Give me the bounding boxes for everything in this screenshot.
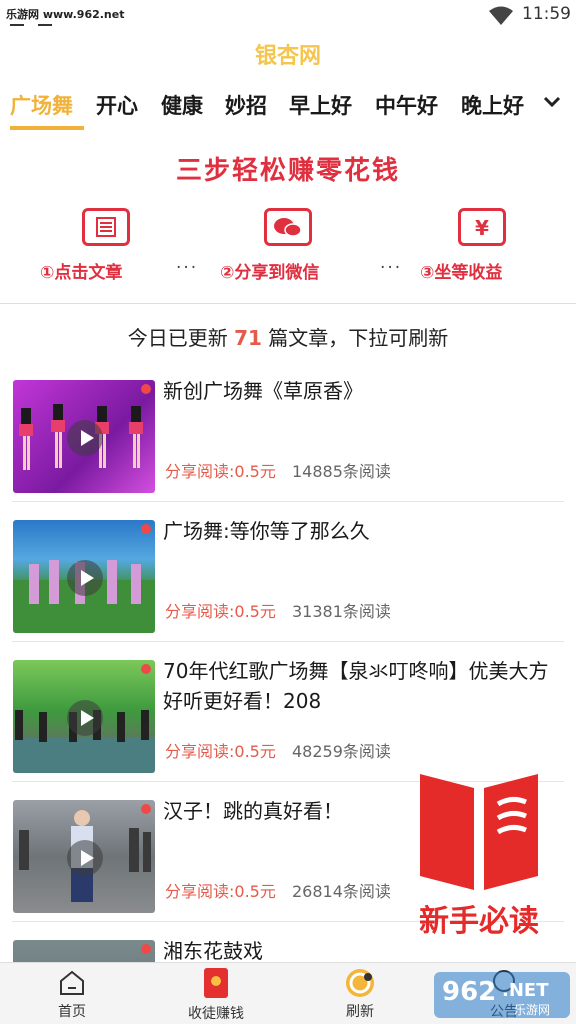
video-thumbnail[interactable]	[13, 380, 155, 493]
step-3-label: ③坐等收益	[420, 263, 503, 283]
list-item[interactable]: 70年代红歌广场舞【泉氺叮咚响】优美大方 好听更好看！208 分享阅读:0.5元…	[0, 642, 576, 782]
read-count: 31381条阅读	[292, 602, 391, 621]
share-reward: 分享阅读:0.5元	[165, 882, 276, 901]
video-thumbnail[interactable]	[13, 660, 155, 773]
site-logo-watermark: 962 .NET 乐游网	[434, 972, 570, 1018]
read-count: 26814条阅读	[292, 882, 391, 901]
svg-text:.NET: .NET	[502, 980, 549, 1001]
list-item[interactable]: 广场舞:等你等了那么久 分享阅读:0.5元 31381条阅读	[0, 502, 576, 642]
site-watermark: 乐游网 www.962.net	[6, 8, 125, 21]
video-thumbnail[interactable]	[13, 800, 155, 913]
play-icon[interactable]	[67, 420, 103, 456]
article-title[interactable]: 70年代红歌广场舞【泉氺叮咚响】优美大方 好听更好看！208	[163, 656, 563, 716]
step-1-label: ①点击文章	[40, 263, 123, 283]
tab-good-evening[interactable]: 晚上好	[461, 90, 524, 120]
refresh-icon	[346, 969, 374, 997]
newbie-label: 新手必读	[419, 904, 539, 939]
tab-happy[interactable]: 开心	[96, 90, 138, 120]
play-icon[interactable]	[67, 840, 103, 876]
video-thumbnail[interactable]	[13, 520, 155, 633]
nav-label: 首页	[58, 1004, 86, 1020]
nav-label: 刷新	[346, 1004, 374, 1020]
nav-home[interactable]: 首页	[22, 963, 122, 1024]
app-title: 银杏网	[254, 44, 321, 69]
video-badge-icon	[141, 664, 151, 674]
home-icon	[60, 970, 84, 995]
nav-label: 收徒赚钱	[188, 1006, 244, 1022]
tab-health[interactable]: 健康	[161, 90, 203, 120]
share-reward: 分享阅读:0.5元	[165, 462, 276, 481]
yuan-icon: ¥	[458, 208, 506, 246]
video-thumbnail[interactable]	[13, 940, 155, 962]
video-badge-icon	[141, 944, 151, 954]
update-notice: 今日已更新 71 篇文章，下拉可刷新	[0, 322, 576, 351]
notification-icon	[38, 24, 52, 26]
notice-prefix: 今日已更新	[127, 326, 228, 350]
active-tab-indicator	[10, 126, 84, 130]
share-reward: 分享阅读:0.5元	[165, 602, 276, 621]
status-bar: 乐游网 www.962.net 11:59	[0, 0, 576, 32]
book-icon	[420, 774, 538, 890]
tab-square-dance[interactable]: 广场舞	[10, 90, 73, 120]
video-badge-icon	[141, 524, 151, 534]
svg-text:962: 962	[442, 977, 496, 1007]
tab-tips[interactable]: 妙招	[225, 90, 267, 120]
article-title[interactable]: 广场舞:等你等了那么久	[163, 516, 563, 546]
banner-title: 三步轻松赚零花钱	[175, 156, 400, 186]
update-count: 71	[234, 326, 262, 350]
red-envelope-icon	[204, 968, 228, 998]
video-badge-icon	[141, 384, 151, 394]
list-item[interactable]: 新创广场舞《草原香》 分享阅读:0.5元 14885条阅读	[0, 362, 576, 502]
play-icon[interactable]	[67, 700, 103, 736]
category-tabs: 广场舞 开心 健康 妙招 早上好 中午好 晚上好	[0, 86, 576, 132]
video-badge-icon	[141, 804, 151, 814]
wechat-icon	[264, 208, 312, 246]
play-icon[interactable]	[67, 560, 103, 596]
notice-suffix: 篇文章，下拉可刷新	[268, 326, 449, 350]
read-count: 48259条阅读	[292, 742, 391, 761]
svg-text:¥: ¥	[475, 216, 489, 240]
step-2-label: ②分享到微信	[220, 263, 320, 283]
step-separator: ···	[176, 258, 199, 278]
share-reward: 分享阅读:0.5元	[165, 742, 276, 761]
read-count: 14885条阅读	[292, 462, 391, 481]
nav-refresh[interactable]: 刷新	[310, 963, 410, 1024]
nav-recruit[interactable]: 收徒赚钱	[166, 963, 266, 1024]
tab-good-morning[interactable]: 早上好	[289, 90, 352, 120]
wifi-icon	[489, 6, 513, 25]
earn-banner[interactable]: 三步轻松赚零花钱 ¥ ①点击文章 ··· ②分享到微信 ··· ③坐等收益	[0, 132, 576, 304]
article-title[interactable]: 新创广场舞《草原香》	[163, 376, 563, 406]
newbie-guide-button[interactable]: 新手必读	[400, 766, 558, 942]
notification-icon	[10, 24, 24, 26]
clock: 11:59	[522, 4, 571, 24]
step-separator: ···	[380, 258, 403, 278]
svg-text:乐游网: 乐游网	[514, 1003, 550, 1017]
article-icon	[82, 208, 130, 246]
chevron-down-icon[interactable]	[542, 94, 562, 110]
tab-good-noon[interactable]: 中午好	[375, 90, 438, 120]
